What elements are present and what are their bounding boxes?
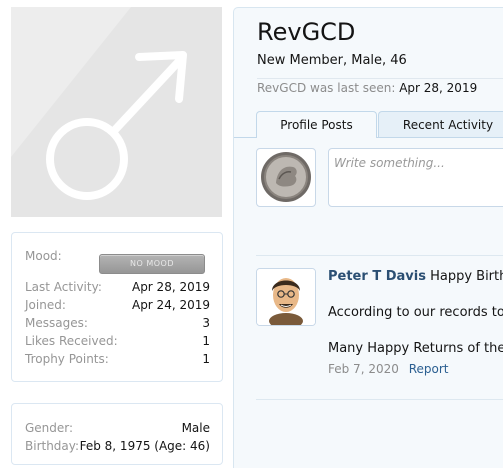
last-seen-label: RevGCD was last seen: (257, 81, 396, 95)
stat-label: Joined: (25, 298, 66, 312)
info-value: Feb 8, 1975 (Age: 46) (79, 439, 210, 453)
member-subtitle: New Member, Male, 46 (257, 53, 407, 68)
post-header: Peter T Davis Happy Birthd (328, 269, 503, 284)
stat-value: 1 (202, 334, 210, 348)
tab-recent-activity[interactable]: Recent Activity (378, 111, 503, 137)
male-symbol-icon (11, 7, 187, 200)
info-value: Male (181, 421, 210, 435)
stat-last-activity: Last Activity: Apr 28, 2019 (25, 280, 210, 294)
member-stats-panel: Mood: NO MOOD Last Activity: Apr 28, 201… (11, 232, 223, 382)
stat-value[interactable]: 3 (202, 316, 210, 330)
post-text-line: Many Happy Returns of the (328, 341, 503, 356)
cartoon-avatar-icon (257, 269, 315, 325)
mood-label: Mood: (25, 249, 62, 263)
post-text-line: Happy Birthd (430, 269, 503, 284)
coin-avatar-icon (261, 152, 311, 202)
stat-messages[interactable]: Messages: 3 (25, 316, 210, 330)
divider (256, 255, 503, 256)
visitor-avatar[interactable] (256, 148, 316, 207)
mood-badge: NO MOOD (99, 254, 205, 274)
divider (257, 78, 503, 79)
stat-trophy-points[interactable]: Trophy Points: 1 (25, 352, 210, 366)
member-info-panel: Gender: Male Birthday: Feb 8, 1975 (Age:… (11, 403, 223, 465)
stat-label: Likes Received: (25, 334, 118, 348)
stat-value[interactable]: 1 (202, 352, 210, 366)
post-date[interactable]: Feb 7, 2020 (328, 362, 399, 376)
stat-joined: Joined: Apr 24, 2019 (25, 298, 210, 312)
profile-avatar[interactable] (11, 7, 222, 217)
post-meta: Feb 7, 2020 Report (328, 362, 448, 376)
profile-post-input[interactable]: Write something... (328, 148, 503, 207)
post-author-avatar[interactable] (256, 268, 316, 326)
post-author-link[interactable]: Peter T Davis (328, 269, 426, 284)
stat-value: Apr 24, 2019 (131, 298, 210, 312)
last-seen: RevGCD was last seen: Apr 28, 2019 (257, 81, 477, 95)
info-birthday: Birthday: Feb 8, 1975 (Age: 46) (25, 439, 210, 453)
stat-label: Trophy Points: (25, 352, 109, 366)
info-label: Birthday: (25, 439, 80, 453)
profile-main: RevGCD New Member, Male, 46 RevGCD was l… (233, 7, 503, 468)
last-seen-value: Apr 28, 2019 (399, 81, 478, 95)
stat-label: Last Activity: (25, 280, 102, 294)
divider (256, 399, 503, 400)
info-label: Gender: (25, 421, 74, 435)
report-link[interactable]: Report (409, 362, 449, 376)
info-gender: Gender: Male (25, 421, 210, 435)
post-text-line: According to our records to (328, 305, 503, 320)
page-title: RevGCD (257, 18, 356, 46)
stat-label: Messages: (25, 316, 88, 330)
stat-value: Apr 28, 2019 (131, 280, 210, 294)
tab-profile-posts[interactable]: Profile Posts (256, 111, 377, 138)
stat-likes-received: Likes Received: 1 (25, 334, 210, 348)
